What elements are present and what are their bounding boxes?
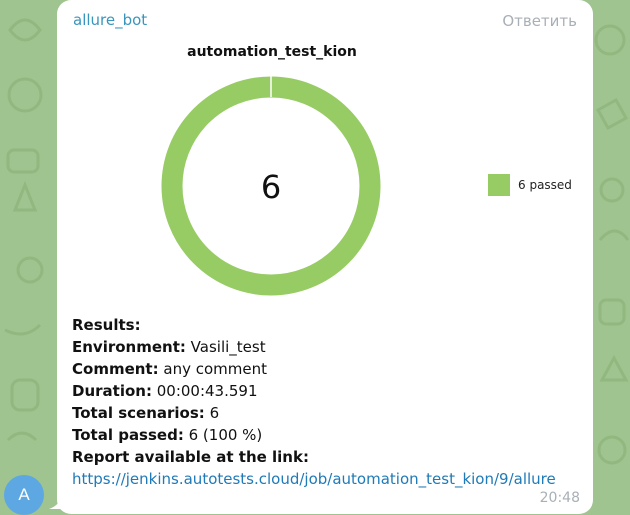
- total-passed-line: Total passed: 6 (100 %): [72, 424, 582, 446]
- report-link-label: Report available at the link:: [72, 448, 309, 466]
- environment-label: Environment:: [72, 338, 186, 356]
- duration-value: 00:00:43.591: [156, 382, 258, 400]
- total-passed-value: 6 (100 %): [188, 426, 263, 444]
- total-scenarios-value: 6: [209, 404, 220, 422]
- results-heading: Results:: [72, 316, 141, 334]
- total-passed-label: Total passed:: [72, 426, 184, 444]
- total-scenarios-label: Total scenarios:: [72, 404, 205, 422]
- legend-swatch-passed: [488, 174, 510, 196]
- sender-name[interactable]: allure_bot: [73, 11, 147, 29]
- comment-label: Comment:: [72, 360, 159, 378]
- total-scenarios-line: Total scenarios: 6: [72, 402, 582, 424]
- reply-button[interactable]: Ответить: [502, 12, 577, 30]
- legend-label-passed: 6 passed: [518, 178, 572, 192]
- sender-avatar[interactable]: A: [4, 475, 44, 515]
- report-summary: Results: Environment: Vasili_test Commen…: [72, 314, 582, 490]
- report-chart-image[interactable]: 6: [57, 34, 593, 310]
- comment-line: Comment: any comment: [72, 358, 582, 380]
- message-bubble: allure_bot Ответить automation_test_kion…: [57, 0, 593, 514]
- comment-value: any comment: [163, 360, 267, 378]
- duration-label: Duration:: [72, 382, 152, 400]
- chart-legend: 6 passed: [488, 174, 572, 196]
- duration-line: Duration: 00:00:43.591: [72, 380, 582, 402]
- message-timestamp: 20:48: [539, 490, 580, 506]
- donut-center-label: 6: [261, 168, 281, 206]
- environment-line: Environment: Vasili_test: [72, 336, 582, 358]
- environment-value: Vasili_test: [190, 338, 266, 356]
- report-link[interactable]: https://jenkins.autotests.cloud/job/auto…: [72, 468, 582, 490]
